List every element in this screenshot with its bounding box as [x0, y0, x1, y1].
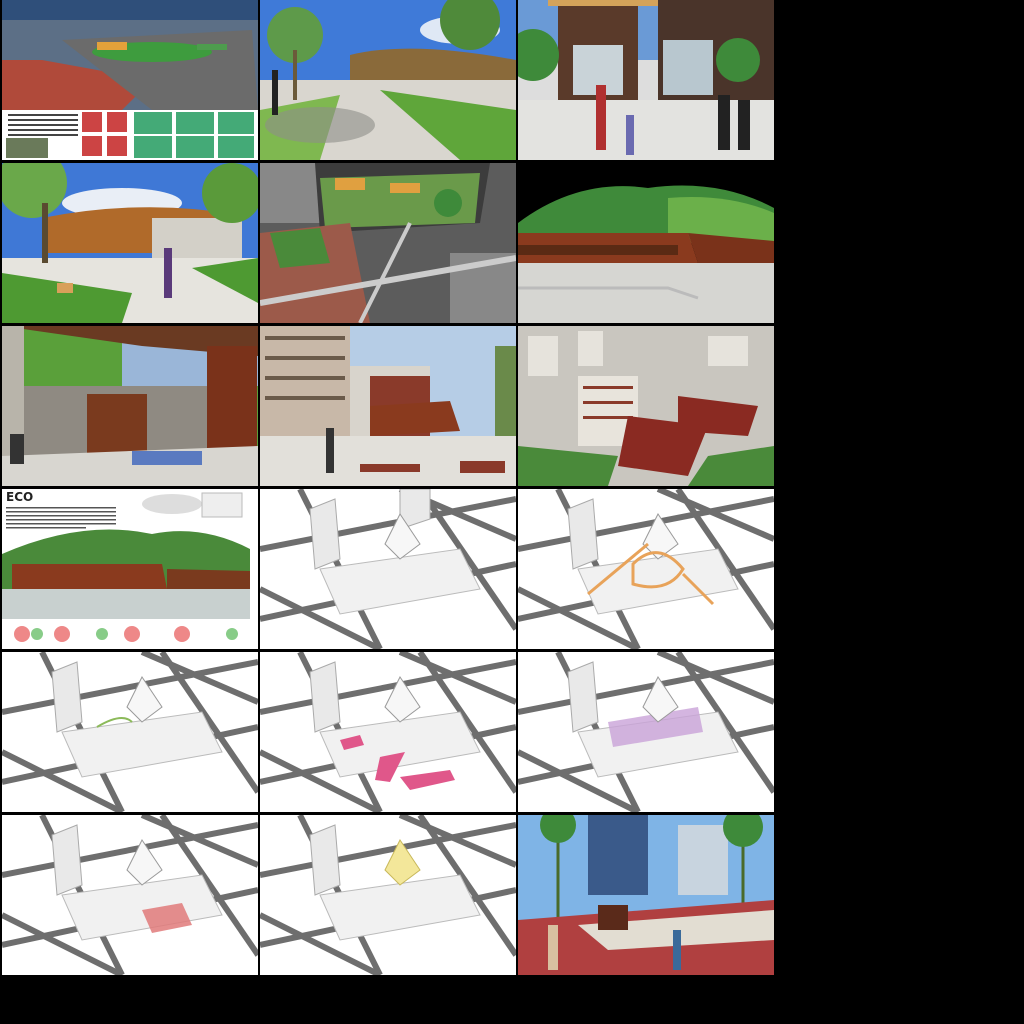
eco-presentation-board[interactable]: ECO [2, 489, 258, 649]
green-roof-building-render[interactable] [518, 163, 774, 323]
isometric-diagram-red[interactable] [2, 815, 258, 975]
site-plan-aerial[interactable] [260, 163, 516, 323]
park-walkway-render[interactable] [260, 0, 516, 160]
plaza-with-people-render[interactable] [2, 163, 258, 323]
building-entrance-render[interactable] [518, 0, 774, 160]
board-title: ECO [6, 490, 33, 504]
isometric-diagram-green[interactable] [2, 652, 258, 812]
aerial-presentation-board[interactable] [2, 0, 258, 160]
street-plaza-palms-render[interactable] [518, 815, 774, 975]
aerial-urban-render[interactable] [518, 326, 774, 486]
isometric-diagram-lilac[interactable] [518, 652, 774, 812]
pavilion-interior-render[interactable] [2, 326, 258, 486]
isometric-diagram-yellow[interactable] [260, 815, 516, 975]
image-contact-sheet: ECO [0, 0, 774, 975]
isometric-diagram-pink[interactable] [260, 652, 516, 812]
isometric-diagram-circulation[interactable] [518, 489, 774, 649]
urban-plaza-towers-render[interactable] [260, 326, 516, 486]
isometric-diagram-base[interactable] [260, 489, 516, 649]
